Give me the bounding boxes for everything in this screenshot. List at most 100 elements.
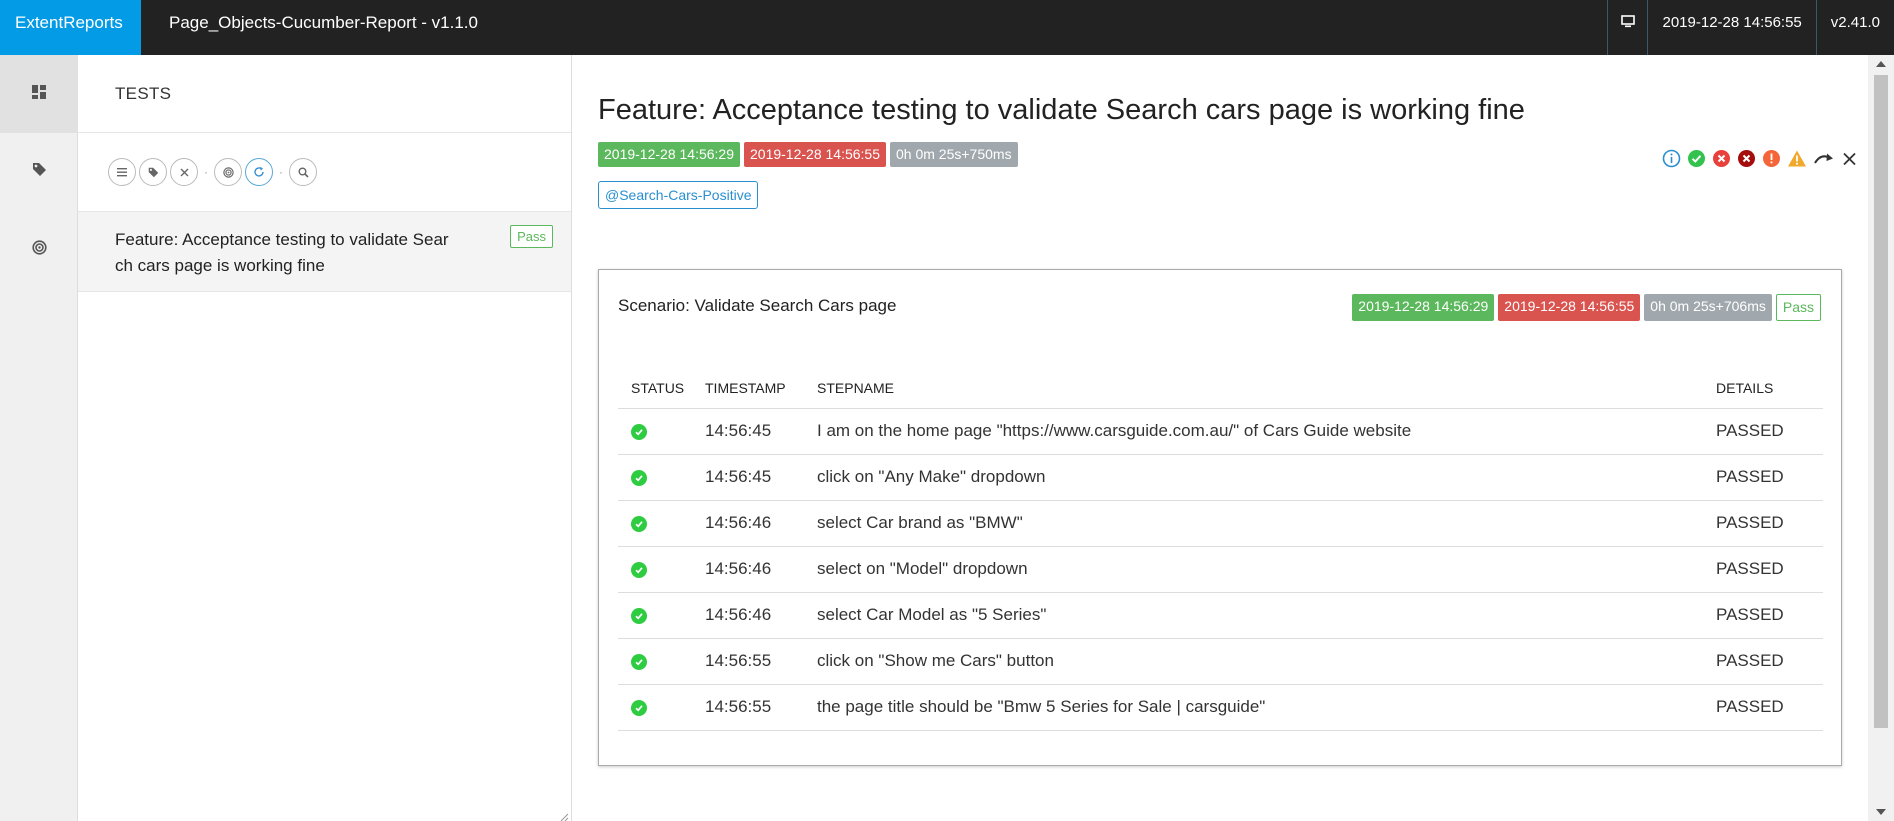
test-detail-panel: Feature: Acceptance testing to validate … bbox=[572, 55, 1868, 821]
table-row: 14:56:55 click on "Show me Cars" button … bbox=[618, 638, 1823, 685]
clear-filter-icon[interactable] bbox=[170, 158, 198, 186]
step-status bbox=[618, 638, 692, 685]
column-header-stepname: STEPNAME bbox=[804, 368, 1703, 409]
resize-handle[interactable] bbox=[559, 809, 569, 821]
step-status bbox=[618, 454, 692, 501]
monitor-icon[interactable] bbox=[1607, 0, 1647, 55]
category-tag[interactable]: @Search-Cars-Positive bbox=[598, 181, 759, 209]
feature-badges: 2019-12-28 14:56:29 2019-12-28 14:56:55 … bbox=[598, 142, 1022, 167]
scenario-badges: 2019-12-28 14:56:29 2019-12-28 14:56:55 … bbox=[1352, 294, 1821, 321]
brand-logo[interactable]: ExtentReports bbox=[0, 0, 141, 55]
column-header-timestamp: TIMESTAMP bbox=[692, 368, 804, 409]
step-status bbox=[618, 592, 692, 639]
pass-check-icon bbox=[631, 515, 647, 532]
report-timestamp: 2019-12-28 14:56:55 bbox=[1647, 0, 1815, 55]
vertical-scrollbar[interactable] bbox=[1868, 55, 1894, 821]
pass-check-icon bbox=[631, 607, 647, 624]
skip-icon[interactable] bbox=[1813, 149, 1835, 168]
column-header-details: DETAILS bbox=[1703, 368, 1823, 409]
refresh-icon[interactable] bbox=[245, 158, 273, 186]
step-details: PASSED bbox=[1703, 408, 1823, 455]
filter-bar: · · bbox=[78, 133, 571, 212]
fail-icon[interactable] bbox=[1712, 149, 1731, 168]
steps-table: STATUS TIMESTAMP STEPNAME DETAILS 14:56:… bbox=[618, 368, 1823, 731]
table-row: 14:56:45 click on "Any Make" dropdown PA… bbox=[618, 454, 1823, 501]
step-status bbox=[618, 408, 692, 455]
fatal-icon[interactable] bbox=[1737, 149, 1756, 168]
dashboard-icon bbox=[32, 84, 46, 104]
rail-item-exceptions[interactable] bbox=[0, 211, 78, 289]
scroll-up-arrow[interactable] bbox=[1876, 61, 1886, 67]
end-time-badge: 2019-12-28 14:56:55 bbox=[744, 142, 886, 167]
test-list-item[interactable]: Feature: Acceptance testing to validate … bbox=[78, 212, 571, 292]
step-status bbox=[618, 684, 692, 731]
scenario-duration-badge: 0h 0m 25s+706ms bbox=[1644, 294, 1772, 321]
step-name: click on "Show me Cars" button bbox=[804, 638, 1703, 685]
duration-badge: 0h 0m 25s+750ms bbox=[890, 142, 1018, 167]
filter-separator: · bbox=[204, 165, 208, 179]
test-status-badge: Pass bbox=[510, 225, 553, 248]
scenario-title: Scenario: Validate Search Cars page bbox=[618, 296, 897, 315]
table-header-row: STATUS TIMESTAMP STEPNAME DETAILS bbox=[618, 368, 1823, 409]
scenario-card: Scenario: Validate Search Cars page 2019… bbox=[598, 269, 1842, 766]
scenario-start-badge: 2019-12-28 14:56:29 bbox=[1352, 294, 1495, 321]
version-label: v2.41.0 bbox=[1815, 0, 1894, 55]
step-timestamp: 14:56:55 bbox=[692, 638, 804, 685]
step-name: click on "Any Make" dropdown bbox=[804, 454, 1703, 501]
step-status bbox=[618, 546, 692, 593]
status-filter-icon[interactable] bbox=[108, 158, 136, 186]
report-name: Page_Objects-Cucumber-Report - v1.1.0 bbox=[169, 13, 478, 32]
feature-title: Feature: Acceptance testing to validate … bbox=[598, 94, 1525, 126]
pass-check-icon bbox=[631, 699, 647, 716]
step-name: the page title should be "Bmw 5 Series f… bbox=[804, 684, 1703, 731]
error-icon[interactable] bbox=[1762, 149, 1781, 168]
tag-filter-icon[interactable] bbox=[139, 158, 167, 186]
step-details: PASSED bbox=[1703, 592, 1823, 639]
step-name: select Car brand as "BMW" bbox=[804, 500, 1703, 547]
pass-check-icon bbox=[631, 653, 647, 670]
step-details: PASSED bbox=[1703, 684, 1823, 731]
step-details: PASSED bbox=[1703, 454, 1823, 501]
top-right-info: 2019-12-28 14:56:55 v2.41.0 bbox=[1607, 0, 1894, 55]
table-row: 14:56:46 select Car Model as "5 Series" … bbox=[618, 592, 1823, 639]
step-details: PASSED bbox=[1703, 500, 1823, 547]
step-timestamp: 14:56:46 bbox=[692, 592, 804, 639]
pass-icon[interactable] bbox=[1687, 149, 1706, 168]
start-time-badge: 2019-12-28 14:56:29 bbox=[598, 142, 740, 167]
table-row: 14:56:45 I am on the home page "https://… bbox=[618, 408, 1823, 455]
step-name: select on "Model" dropdown bbox=[804, 546, 1703, 593]
test-list-panel: TESTS · · Feature: Acceptance testing to… bbox=[78, 55, 572, 821]
step-timestamp: 14:56:45 bbox=[692, 408, 804, 455]
step-timestamp: 14:56:46 bbox=[692, 546, 804, 593]
search-icon[interactable] bbox=[289, 158, 317, 186]
table-row: 14:56:55 the page title should be "Bmw 5… bbox=[618, 684, 1823, 731]
clear-status-filter-icon[interactable] bbox=[1841, 149, 1858, 168]
pass-check-icon bbox=[631, 423, 647, 440]
step-name: select Car Model as "5 Series" bbox=[804, 592, 1703, 639]
tests-heading: TESTS bbox=[78, 55, 571, 133]
tag-icon bbox=[32, 162, 47, 182]
pass-check-icon bbox=[631, 469, 647, 486]
scrollbar-thumb[interactable] bbox=[1874, 75, 1888, 728]
step-timestamp: 14:56:46 bbox=[692, 500, 804, 547]
step-name: I am on the home page "https://www.carsg… bbox=[804, 408, 1703, 455]
warning-icon[interactable] bbox=[1787, 149, 1807, 168]
filter-separator: · bbox=[279, 165, 283, 179]
exceptions-icon bbox=[31, 240, 47, 260]
column-header-status: STATUS bbox=[618, 368, 692, 409]
table-row: 14:56:46 select on "Model" dropdown PASS… bbox=[618, 546, 1823, 593]
rail-item-tests[interactable] bbox=[0, 55, 78, 133]
rail-item-categories[interactable] bbox=[0, 133, 78, 211]
status-filter-icons bbox=[1656, 149, 1858, 168]
step-timestamp: 14:56:45 bbox=[692, 454, 804, 501]
pass-check-icon bbox=[631, 561, 647, 578]
test-name: Feature: Acceptance testing to validate … bbox=[115, 230, 449, 275]
left-rail bbox=[0, 55, 78, 821]
scroll-down-arrow[interactable] bbox=[1876, 809, 1886, 815]
scenario-status-badge: Pass bbox=[1775, 294, 1821, 321]
exceptions-filter-icon[interactable] bbox=[214, 158, 242, 186]
info-icon[interactable] bbox=[1662, 149, 1681, 168]
table-row: 14:56:46 select Car brand as "BMW" PASSE… bbox=[618, 500, 1823, 547]
step-details: PASSED bbox=[1703, 546, 1823, 593]
step-timestamp: 14:56:55 bbox=[692, 684, 804, 731]
